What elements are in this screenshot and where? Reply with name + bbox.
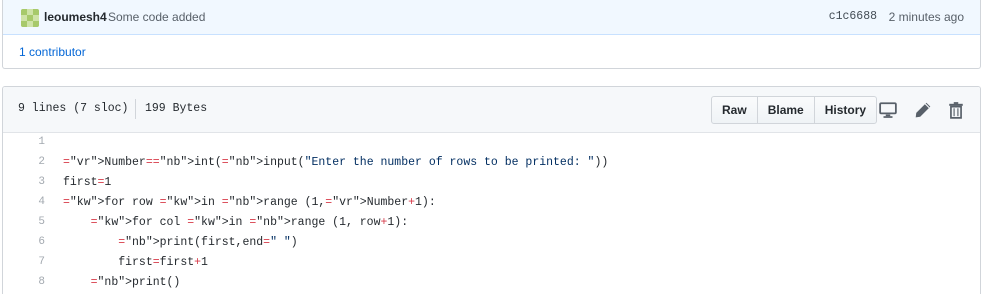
file-viewer: 9 lines (7 sloc) 199 Bytes Raw Blame His… <box>2 86 981 294</box>
line-content: ="kw">for col ="kw">in ="nb">range (1, r… <box>90 216 409 229</box>
commit-age: 2 minutes ago <box>888 10 964 24</box>
line-number[interactable]: 2 <box>3 156 45 168</box>
line-number[interactable]: 3 <box>3 176 45 188</box>
code-listing: 1 2 ="vr">Number=="nb">int(="nb">input("… <box>3 133 980 293</box>
line-number[interactable]: 5 <box>3 216 45 228</box>
code-line: 8 ="nb">print() <box>3 273 980 293</box>
desktop-icon[interactable] <box>879 101 897 119</box>
line-number[interactable]: 6 <box>3 236 45 248</box>
line-content: ="nb">print(first,end=" ") <box>118 236 298 249</box>
code-line: 1 <box>3 133 980 153</box>
file-size: 199 Bytes <box>145 102 208 115</box>
code-line: 6 ="nb">print(first,end=" ") <box>3 233 980 253</box>
trash-icon[interactable] <box>947 101 965 119</box>
contributors-link[interactable]: 1 contributor <box>19 45 86 59</box>
code-line: 7 first=first+1 <box>3 253 980 273</box>
contributors-row: 1 contributor <box>3 35 980 68</box>
line-content: ="nb">print() <box>90 276 181 289</box>
commit-header: leoumesh4 Some code added c1c6688 2 minu… <box>3 0 980 35</box>
blame-button[interactable]: Blame <box>756 97 814 123</box>
file-info-divider <box>135 99 136 119</box>
raw-button[interactable]: Raw <box>712 97 757 123</box>
line-content: ="vr">Number=="nb">int(="nb">input("Ente… <box>63 156 609 169</box>
line-content: ="kw">for row ="kw">in ="nb">range (1,="… <box>63 196 436 209</box>
code-line: 2 ="vr">Number=="nb">int(="nb">input("En… <box>3 153 980 173</box>
line-number[interactable]: 4 <box>3 196 45 208</box>
code-line: 4 ="kw">for row ="kw">in ="nb">range (1,… <box>3 193 980 213</box>
line-number[interactable]: 8 <box>3 276 45 288</box>
code-line: 3 first=1 <box>3 173 980 193</box>
pencil-icon[interactable] <box>914 101 932 119</box>
line-number[interactable]: 1 <box>3 136 45 148</box>
file-header: 9 lines (7 sloc) 199 Bytes Raw Blame His… <box>3 87 980 133</box>
file-actions-group: Raw Blame History <box>711 96 878 124</box>
line-content: first=first+1 <box>63 256 208 269</box>
line-content: first=1 <box>63 176 112 189</box>
history-button[interactable]: History <box>813 97 876 123</box>
commit-sha-link[interactable]: c1c6688 <box>829 10 877 23</box>
line-number[interactable]: 7 <box>3 256 45 268</box>
code-line: 5 ="kw">for col ="kw">in ="nb">range (1,… <box>3 213 980 233</box>
commit-tease: leoumesh4 Some code added c1c6688 2 minu… <box>2 0 981 69</box>
commit-message-link[interactable]: Some code added <box>108 10 205 24</box>
commit-author-link[interactable]: leoumesh4 <box>44 10 107 24</box>
file-line-count: 9 lines (7 sloc) <box>18 102 129 115</box>
author-avatar[interactable] <box>21 9 39 27</box>
